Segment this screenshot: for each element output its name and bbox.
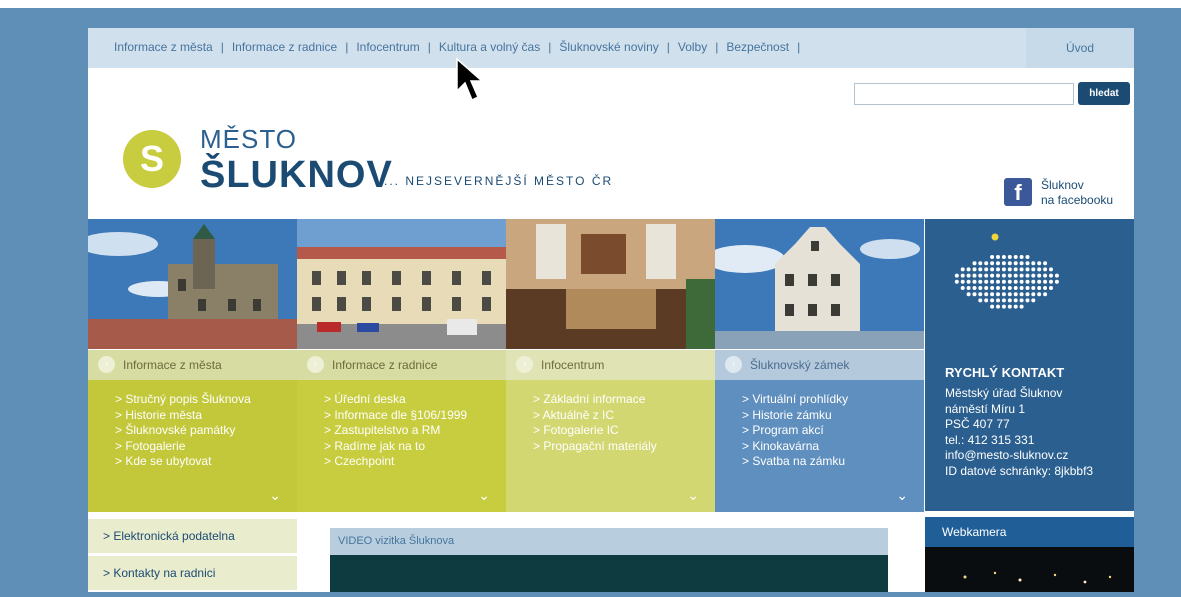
nav-item-infocentrum[interactable]: Infocentrum xyxy=(356,40,419,54)
nav-separator: | xyxy=(220,40,224,54)
nav-item-uvod[interactable]: Úvod xyxy=(1026,28,1134,68)
nav-items: Informace z města | Informace z radnice | In… xyxy=(114,40,808,54)
search-button[interactable]: hledat xyxy=(1078,82,1130,105)
facebook-link-line1: Šluknov xyxy=(1041,178,1084,192)
nav-item-informace-z-mesta[interactable]: Informace z města xyxy=(114,40,213,54)
contact-address: náměstí Míru 1 xyxy=(945,401,1026,416)
nav-item-informace-z-radnice[interactable]: Informace z radnice xyxy=(232,40,337,54)
link-item[interactable]: > Historie zámku xyxy=(742,408,924,424)
top-strip xyxy=(0,0,1181,8)
nav-separator: | xyxy=(797,40,801,54)
column-links-informace-z-mesta: > Stručný popis Šluknova > Historie měst… xyxy=(88,380,297,512)
logo-text-line2: ŠLUKNOV xyxy=(200,154,393,196)
link-item[interactable]: > Fotogalerie xyxy=(115,439,297,455)
search-input[interactable] xyxy=(854,83,1074,105)
nav-item-volby[interactable]: Volby xyxy=(678,40,707,54)
column-links-sluknovsky-zamek: > Virtuální prohlídky > Historie zámku >… xyxy=(715,380,924,512)
page-container: Informace z města | Informace z radnice | In… xyxy=(88,28,1134,592)
link-item[interactable]: > Aktuálně z IC xyxy=(533,408,715,424)
contact-postcode: PSČ 407 77 xyxy=(945,417,1010,431)
webcam-lights xyxy=(963,571,1112,584)
facebook-link-line2: na facebooku xyxy=(1041,193,1114,207)
sidebar-link-podatelna[interactable]: > Elektronická podatelna xyxy=(88,519,297,553)
chevron-down-icon[interactable]: ⌄ xyxy=(478,487,490,504)
photo-infocentrum[interactable] xyxy=(506,219,715,349)
link-item[interactable]: > Radíme jak na to xyxy=(324,439,506,455)
link-item[interactable]: > Program akcí xyxy=(742,423,924,439)
link-item[interactable]: > Svatba na zámku xyxy=(742,454,924,470)
main-nav: Informace z města | Informace z radnice | In… xyxy=(88,28,1134,68)
column-title: Šluknovský zámek xyxy=(750,358,850,372)
column-links-informace-z-radnice: > Úřední deska > Informace dle §106/1999… xyxy=(297,380,506,512)
photo-town-square[interactable] xyxy=(297,219,506,349)
chevron-right-icon: › xyxy=(725,356,742,374)
column-title: Informace z města xyxy=(123,358,222,372)
link-item[interactable]: > Kinokavárna xyxy=(742,439,924,455)
nav-item-bezpecnost[interactable]: Bezpečnost xyxy=(726,40,789,54)
contact-office: Městský úřad Šluknov xyxy=(945,386,1063,400)
nav-separator: | xyxy=(548,40,552,54)
chevron-right-icon: › xyxy=(516,356,533,374)
chevron-down-icon[interactable]: ⌄ xyxy=(896,487,908,504)
mouse-cursor-icon xyxy=(456,57,483,102)
nav-separator: | xyxy=(666,40,670,54)
chevron-down-icon[interactable]: ⌄ xyxy=(687,487,699,504)
column-title: Informace z radnice xyxy=(332,358,438,372)
logo-tagline: ... NEJSEVERNĚJŠÍ MĚSTO ČR xyxy=(384,174,614,188)
column-title: Infocentrum xyxy=(541,358,605,372)
contact-title: RYCHLÝ KONTAKT xyxy=(945,365,1065,380)
video-title: VIDEO vizitka Šluknova xyxy=(330,528,888,555)
link-item[interactable]: > Historie města xyxy=(115,408,297,424)
nav-separator: | xyxy=(427,40,431,54)
nav-item-noviny[interactable]: Šluknovské noviny xyxy=(559,40,658,54)
contact-email[interactable]: info@mesto-sluknov.cz xyxy=(945,448,1093,464)
facebook-link[interactable]: Šluknov na facebooku xyxy=(1041,178,1113,208)
link-item[interactable]: > Informace dle §106/1999 xyxy=(324,408,506,424)
video-player[interactable] xyxy=(330,555,888,592)
column-links-infocentrum: > Základní informace > Aktuálně z IC > F… xyxy=(506,380,715,512)
chevron-down-icon[interactable]: ⌄ xyxy=(269,487,281,504)
column-head-infocentrum[interactable]: › Infocentrum xyxy=(506,350,715,380)
sidebar-link-kontakty[interactable]: > Kontakty na radnici xyxy=(88,556,297,590)
link-item[interactable]: > Základní informace xyxy=(533,392,715,408)
link-item[interactable]: > Zastupitelstvo a RM xyxy=(324,423,506,439)
facebook-icon[interactable]: f xyxy=(1004,178,1032,206)
nav-separator: | xyxy=(345,40,349,54)
nav-item-kultura[interactable]: Kultura a volný čas xyxy=(439,40,540,54)
link-item[interactable]: > Virtuální prohlídky xyxy=(742,392,924,408)
webcam-image[interactable] xyxy=(925,547,1134,592)
photo-castle[interactable] xyxy=(715,219,924,349)
link-item[interactable]: > Kde se ubytovat xyxy=(115,454,297,470)
quick-contact-box: RYCHLÝ KONTAKT Městský úřad Šluknov námě… xyxy=(925,219,1134,511)
link-item[interactable]: > Propagační materiály xyxy=(533,439,715,455)
column-head-informace-z-mesta[interactable]: › Informace z města xyxy=(88,350,297,380)
city-logo-icon: S xyxy=(123,130,181,188)
svg-text:S: S xyxy=(140,138,164,179)
link-item[interactable]: > Czechpoint xyxy=(324,454,506,470)
chevron-right-icon: › xyxy=(307,356,324,374)
contact-phone: tel.: 412 315 331 xyxy=(945,432,1035,447)
column-head-sluknovsky-zamek[interactable]: › Šluknovský zámek xyxy=(715,350,924,380)
photo-town-hall[interactable] xyxy=(88,219,297,349)
link-item[interactable]: > Fotogalerie IC xyxy=(533,423,715,439)
czech-map-icon xyxy=(954,233,1059,309)
link-item[interactable]: > Stručný popis Šluknova xyxy=(115,392,297,408)
chevron-right-icon: › xyxy=(98,356,115,374)
link-item[interactable]: > Šluknovské památky xyxy=(115,423,297,439)
webcam-title: Webkamera xyxy=(925,517,1134,547)
nav-separator: | xyxy=(715,40,719,54)
contact-databox: ID datové schránky: 8jkbbf3 xyxy=(945,463,1094,478)
link-item[interactable]: > Úřední deska xyxy=(324,392,506,408)
column-head-informace-z-radnice[interactable]: › Informace z radnice xyxy=(297,350,506,380)
logo-text-line1: MĚSTO xyxy=(200,124,297,154)
